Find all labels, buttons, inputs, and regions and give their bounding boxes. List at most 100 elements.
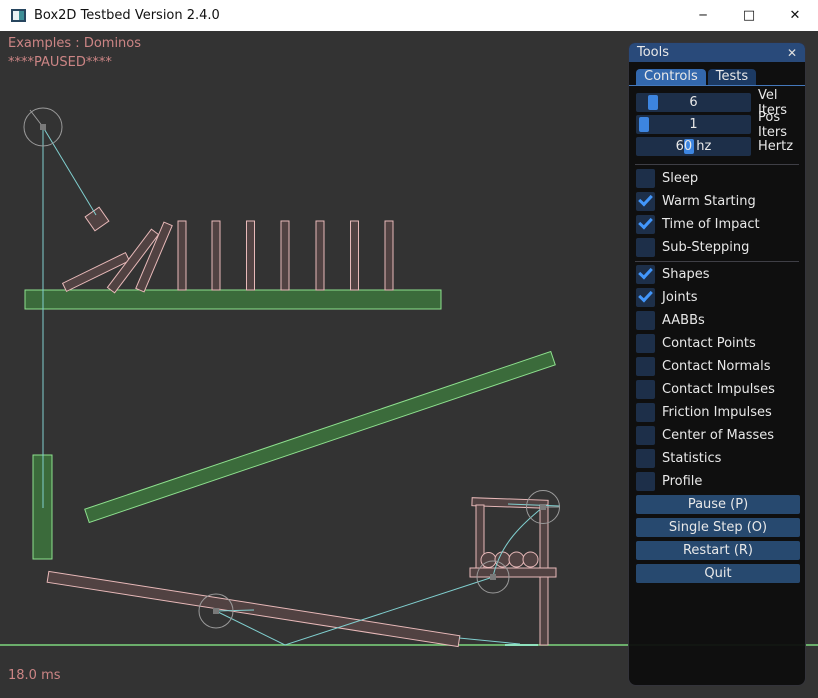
ramp [85,351,556,522]
slider-value: 60 hz [636,137,751,156]
restart-button[interactable]: Restart (R) [636,541,800,560]
tools-panel-titlebar[interactable]: Tools ✕ [629,43,805,62]
tab-tests[interactable]: Tests [708,69,756,85]
checkbox-box[interactable] [636,334,655,353]
slider-group: 6Vel Iters1Pos Iters60 hzHertz [636,93,798,156]
body-origin-marker [213,608,219,614]
table-ball [481,553,496,568]
checkbox-warm-starting[interactable]: Warm Starting [636,192,798,211]
slider-hertz[interactable]: 60 hz [636,137,751,156]
tab-bar: ControlsTests [636,69,798,85]
checkbox-shapes[interactable]: Shapes [636,265,798,284]
domino-platform [25,290,441,309]
checkbox-label: Profile [662,474,702,489]
checkbox-profile[interactable]: Profile [636,472,798,491]
joint-line [459,638,520,644]
box2d-testbed-window: { "window": { "title": "Box2D Testbed Ve… [0,0,818,698]
checkbox-statistics[interactable]: Statistics [636,449,798,468]
pendulum-box [85,207,109,231]
slider-value: 6 [636,93,751,112]
checkbox-center-of-masses[interactable]: Center of Masses [636,426,798,445]
table-shelf [470,568,556,577]
checkbox-box[interactable] [636,169,655,188]
checkbox-label: Center of Masses [662,428,774,443]
checkbox-sub-stepping[interactable]: Sub-Stepping [636,238,798,257]
checkbox-box[interactable] [636,238,655,257]
tab-controls[interactable]: Controls [636,69,706,85]
paused-label: ****PAUSED**** [8,55,112,70]
checkbox-label: Sleep [662,171,698,186]
checkbox-joints[interactable]: Joints [636,288,798,307]
app-icon [11,9,26,22]
checkbox-checked-icon[interactable] [636,215,655,234]
checkbox-label: Time of Impact [662,217,760,232]
joint-line [43,127,96,215]
checkbox-box[interactable] [636,472,655,491]
table-left-post [476,505,484,577]
slider-value: 1 [636,115,751,134]
checkbox-label: Contact Points [662,336,756,351]
checkbox-box[interactable] [636,449,655,468]
checkbox-group-draw: Shapes Joints AABBs Contact Points Contact N… [636,265,798,491]
example-label: Examples : Dominos [8,36,141,51]
tools-panel-title: Tools [637,45,669,60]
checkbox-checked-icon[interactable] [636,288,655,307]
domino [212,221,220,290]
checkbox-label: Warm Starting [662,194,756,209]
table-ball [523,552,538,567]
single-step-button[interactable]: Single Step (O) [636,518,800,537]
button-group: Pause (P) Single Step (O) Restart (R) Quit [636,495,798,583]
close-icon[interactable]: ✕ [772,0,818,31]
minimize-icon[interactable]: ─ [680,0,726,31]
checkbox-checked-icon[interactable] [636,192,655,211]
checkbox-box[interactable] [636,380,655,399]
tools-panel-body: ControlsTests 6Vel Iters1Pos Iters60 hzH… [629,62,805,583]
domino [385,221,393,290]
checkbox-label: Statistics [662,451,721,466]
separator [635,164,799,165]
tab-underline [629,85,805,86]
body-origin-marker [40,124,46,130]
window-title: Box2D Testbed Version 2.4.0 [34,8,220,23]
checkbox-label: Shapes [662,267,709,282]
quit-button[interactable]: Quit [636,564,800,583]
checkbox-time-of-impact[interactable]: Time of Impact [636,215,798,234]
domino [178,221,186,290]
slider-pos-iters[interactable]: 1 [636,115,751,134]
checkbox-label: Contact Impulses [662,382,775,397]
domino [316,221,324,290]
checkbox-checked-icon[interactable] [636,265,655,284]
checkbox-friction-impulses[interactable]: Friction Impulses [636,403,798,422]
separator [635,261,799,262]
checkbox-contact-points[interactable]: Contact Points [636,334,798,353]
checkbox-contact-impulses[interactable]: Contact Impulses [636,380,798,399]
window-controls: ─ □ ✕ [680,0,818,31]
checkbox-sleep[interactable]: Sleep [636,169,798,188]
checkbox-group-solver: Sleep Warm Starting Time of Impact Sub-Step… [636,169,798,257]
maximize-icon[interactable]: □ [726,0,772,31]
frame-time-label: 18.0 ms [8,668,61,683]
checkbox-label: Friction Impulses [662,405,772,420]
slider-row-hertz: 60 hzHertz [636,137,798,156]
checkbox-box[interactable] [636,357,655,376]
table-ball [509,552,524,567]
tools-panel: Tools ✕ ControlsTests 6Vel Iters1Pos Ite… [628,42,806,686]
pause-button[interactable]: Pause (P) [636,495,800,514]
body-origin-marker [540,504,546,510]
checkbox-box[interactable] [636,403,655,422]
checkbox-aabbs[interactable]: AABBs [636,311,798,330]
seesaw-plank [47,571,460,646]
checkbox-contact-normals[interactable]: Contact Normals [636,357,798,376]
checkbox-label: Sub-Stepping [662,240,749,255]
physics-canvas: Examples : Dominos ****PAUSED**** 18.0 m… [0,31,818,698]
app-icon-right [19,11,24,20]
body-origin-marker [490,574,496,580]
window-titlebar[interactable]: Box2D Testbed Version 2.4.0 ─ □ ✕ [0,0,818,31]
panel-close-icon[interactable]: ✕ [787,46,797,60]
checkbox-label: Contact Normals [662,359,771,374]
checkbox-box[interactable] [636,311,655,330]
checkbox-label: AABBs [662,313,705,328]
checkbox-box[interactable] [636,426,655,445]
domino [281,221,289,290]
slider-vel-iters[interactable]: 6 [636,93,751,112]
